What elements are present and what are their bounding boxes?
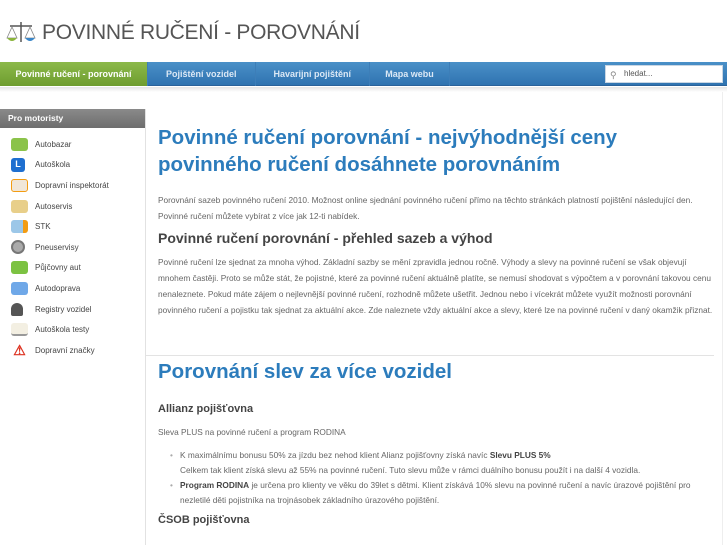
transport-car-icon: [11, 281, 28, 295]
sidebar-item-dopravni-znacky[interactable]: ⚠ Dopravní značky: [0, 340, 145, 361]
csob-heading: ČSOB pojišťovna: [158, 514, 250, 526]
search-icon: ⚲: [610, 70, 617, 80]
mechanic-icon: [11, 199, 28, 213]
main-nav: Povinné ručení - porovnání Pojištění voz…: [0, 62, 727, 86]
nav-pojisteni-vozidel[interactable]: Pojištění vozidel: [148, 62, 256, 86]
sidebar-item-autoservis[interactable]: Autoservis: [0, 196, 145, 217]
car-icon: [11, 137, 28, 151]
page-title: Povinné ručení porovnání - nejvýhodnější…: [158, 126, 618, 176]
intro-text: Porovnání sazeb povinného ručení 2010. M…: [158, 195, 693, 221]
sidebar-item-autoskola-testy[interactable]: Autoškola testy: [0, 319, 145, 340]
search-placeholder: hledat...: [624, 69, 653, 78]
list-item: K maximálnímu bonusu 50% za jízdu bez ne…: [170, 448, 718, 478]
learner-icon: L: [11, 157, 25, 172]
nav-mapa-webu[interactable]: Mapa webu: [370, 62, 451, 86]
sidebar-item-autobazar[interactable]: Autobazar: [0, 134, 145, 155]
sidebar-item-registry-vozidel[interactable]: Registry vozidel: [0, 299, 145, 320]
sidebar-item-stk[interactable]: STK: [0, 216, 145, 237]
sidebar-item-autoskola[interactable]: L Autoškola: [0, 155, 145, 176]
officer-icon: [11, 178, 28, 192]
warning-sign-icon: ⚠: [13, 341, 26, 358]
sidebar: Pro motoristy Autobazar L Autoškola Dopra…: [0, 109, 146, 545]
nav-povinne-ruceni[interactable]: Povinné ručení - porovnání: [0, 62, 148, 86]
search-input[interactable]: ⚲ hledat...: [605, 65, 723, 83]
site-title: POVINNÉ RUČENÍ - POROVNÁNÍ: [42, 21, 360, 44]
sidebar-item-pneuservisy[interactable]: Pneuservisy: [0, 237, 145, 258]
allianz-heading: Allianz pojišťovna: [158, 403, 254, 415]
divider: [146, 355, 714, 356]
allianz-subtitle: Sleva PLUS na povinné ručení a program R…: [158, 427, 346, 437]
section-heading: Povinné ručení porovnání - přehled sazeb…: [158, 230, 493, 246]
sidebar-title: Pro motoristy: [0, 109, 145, 128]
inspection-icon: [11, 220, 28, 234]
sidebar-item-dopravni-inspektorat[interactable]: Dopravní inspektorát: [0, 175, 145, 196]
sidebar-item-autodoprava[interactable]: Autodoprava: [0, 278, 145, 299]
discount-heading: Porovnání slev za více vozidel: [158, 360, 452, 383]
nav-havarijni-pojisteni[interactable]: Havarijní pojištění: [256, 62, 371, 86]
tire-icon: [11, 240, 25, 255]
section-text: Povinné ručení lze sjednat za mnoha výho…: [158, 257, 713, 315]
rental-car-icon: [11, 261, 28, 275]
sidebar-item-pujcovny-aut[interactable]: Půjčovny aut: [0, 258, 145, 279]
site-logo[interactable]: POVINNÉ RUČENÍ - POROVNÁNÍ: [6, 20, 360, 46]
book-icon: [11, 323, 28, 337]
person-icon: [11, 302, 23, 316]
list-item: Program RODINA je určena pro klienty ve …: [170, 478, 718, 508]
scales-icon: [6, 22, 36, 42]
main-content: Povinné ručení porovnání - nejvýhodnější…: [158, 124, 718, 526]
